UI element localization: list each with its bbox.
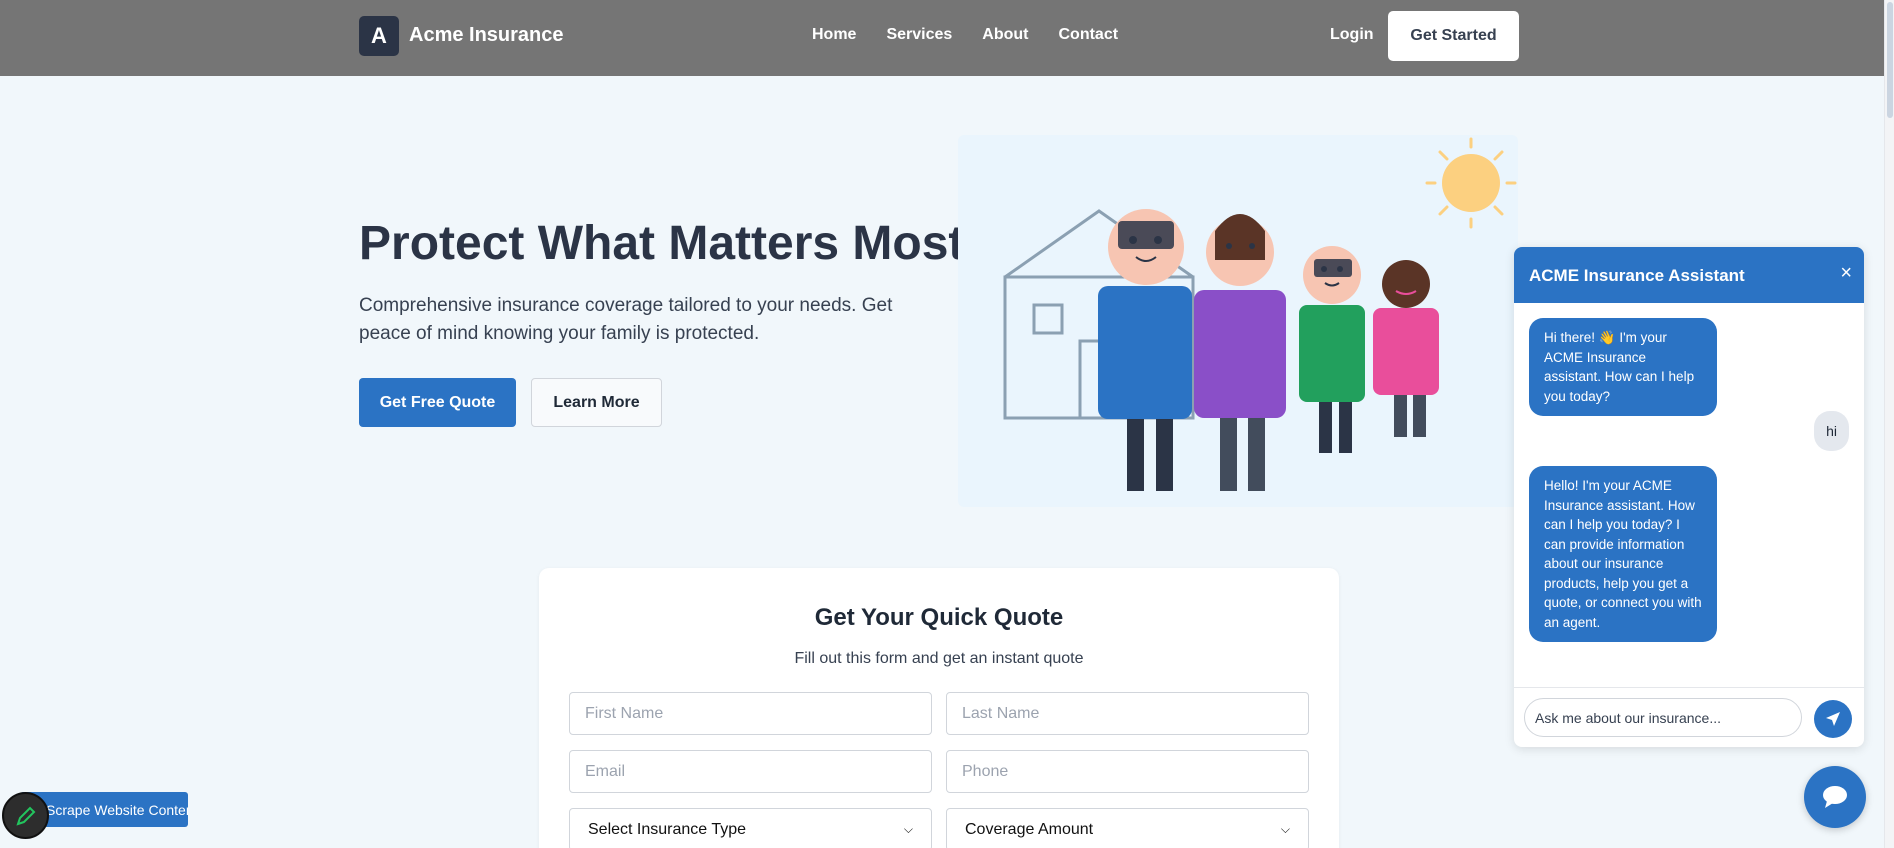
hero-title: Protect What Matters Most: [359, 217, 965, 270]
quote-subtitle: Fill out this form and get an instant qu…: [794, 650, 1084, 667]
pencil-icon[interactable]: [2, 792, 49, 839]
learn-more-button[interactable]: Learn More: [531, 378, 662, 427]
close-icon[interactable]: ×: [1840, 262, 1852, 285]
quote-form-card: Get Your Quick Quote Fill out this form …: [539, 568, 1339, 848]
nav-link-home[interactable]: Home: [812, 26, 856, 44]
chat-widget: ACME Insurance Assistant × Hi there! 👋 I…: [1514, 247, 1864, 747]
sun-icon: [1425, 137, 1517, 229]
get-started-button[interactable]: Get Started: [1388, 11, 1519, 61]
hero-subtitle: Comprehensive insurance coverage tailore…: [359, 295, 893, 344]
chat-message-bot: Hello! I'm your ACME Insurance assistant…: [1529, 466, 1717, 642]
chevron-down-icon: ⌵: [903, 822, 913, 836]
family-illustration: [958, 135, 1518, 507]
last-name-input[interactable]: [946, 692, 1309, 735]
logo-icon[interactable]: A: [359, 16, 399, 56]
nav-link-contact[interactable]: Contact: [1059, 26, 1119, 44]
chat-input-row: [1514, 687, 1864, 747]
mother-figure: [1194, 214, 1286, 491]
send-icon[interactable]: [1814, 700, 1852, 738]
father-figure: [1098, 209, 1192, 491]
chat-message-bot: Hi there! 👋 I'm your ACME Insurance assi…: [1529, 318, 1717, 416]
first-name-input[interactable]: [569, 692, 932, 735]
scrollbar-thumb[interactable]: [1887, 2, 1893, 118]
chevron-down-icon: ⌵: [1280, 822, 1290, 836]
daughter-figure: [1373, 260, 1439, 437]
coverage-amount-value: Coverage Amount: [965, 820, 1094, 838]
nav-links: Home Services About Contact: [812, 26, 1118, 44]
email-input[interactable]: [569, 750, 932, 793]
login-link[interactable]: Login: [1330, 26, 1374, 44]
chat-title: ACME Insurance Assistant: [1529, 266, 1745, 285]
chat-message-user: hi: [1814, 411, 1849, 451]
navbar: A Acme Insurance Home Services About Con…: [0, 0, 1884, 76]
quote-title: Get Your Quick Quote: [814, 604, 1064, 631]
coverage-amount-select[interactable]: Coverage Amount ⌵: [946, 808, 1309, 848]
son-figure: [1299, 246, 1365, 453]
page-scrollbar[interactable]: [1884, 0, 1894, 848]
phone-input[interactable]: [946, 750, 1309, 793]
insurance-type-value: Select Insurance Type: [588, 820, 747, 838]
nav-link-services[interactable]: Services: [886, 26, 952, 44]
chat-header: ACME Insurance Assistant ×: [1514, 247, 1864, 303]
chat-message-input[interactable]: [1524, 698, 1802, 737]
get-free-quote-button[interactable]: Get Free Quote: [359, 378, 516, 427]
insurance-type-select[interactable]: Select Insurance Type ⌵: [569, 808, 932, 848]
brand-name[interactable]: Acme Insurance: [409, 24, 564, 47]
nav-link-about[interactable]: About: [982, 26, 1028, 44]
chat-bubble-icon[interactable]: [1804, 766, 1866, 828]
